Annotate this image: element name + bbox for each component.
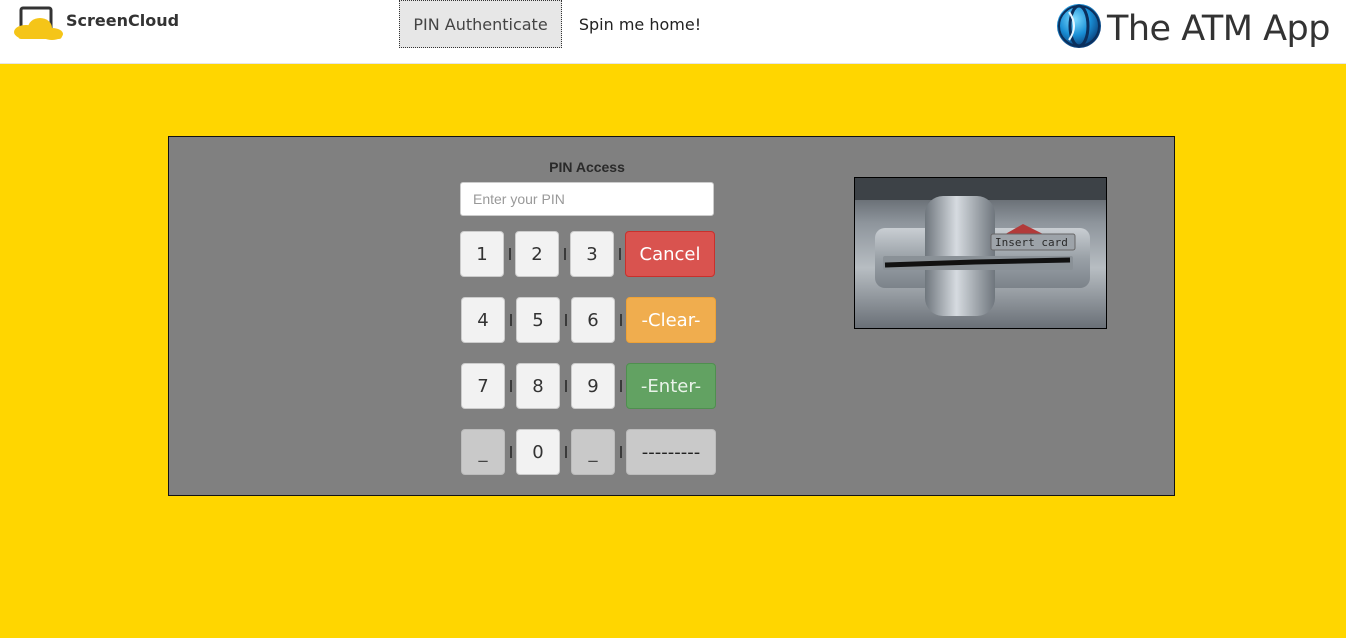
pin-input[interactable] [460, 182, 714, 216]
key-separator [620, 446, 622, 458]
key-separator [619, 248, 621, 260]
key-9[interactable]: 9 [571, 363, 615, 409]
screencloud-logo-icon [12, 6, 64, 40]
key-7[interactable]: 7 [461, 363, 505, 409]
globe-logo-icon [1055, 2, 1103, 55]
atm-panel: PIN Access 1 2 3 Cancel 4 5 6 -Clear- 7 … [168, 136, 1175, 496]
key-separator [509, 248, 511, 260]
brand[interactable]: ScreenCloud [12, 6, 179, 40]
nav-pin-authenticate[interactable]: PIN Authenticate [399, 0, 562, 48]
key-2[interactable]: 2 [515, 231, 559, 277]
key-separator [565, 446, 567, 458]
key-1[interactable]: 1 [460, 231, 504, 277]
key-6[interactable]: 6 [571, 297, 615, 343]
cancel-button[interactable]: Cancel [625, 231, 715, 277]
key-separator [510, 314, 512, 326]
key-separator [620, 314, 622, 326]
key-3[interactable]: 3 [570, 231, 614, 277]
blank-action-button[interactable]: --------- [626, 429, 716, 475]
key-blank-left[interactable]: _ [461, 429, 505, 475]
key-separator [510, 380, 512, 392]
key-separator [565, 314, 567, 326]
pin-access-label: PIN Access [549, 159, 625, 175]
card-slot-label: Insert card [995, 236, 1068, 249]
app-title: The ATM App [1106, 8, 1331, 49]
key-4[interactable]: 4 [461, 297, 505, 343]
key-separator [564, 248, 566, 260]
key-0[interactable]: 0 [516, 429, 560, 475]
key-5[interactable]: 5 [516, 297, 560, 343]
key-separator [565, 380, 567, 392]
key-separator [510, 446, 512, 458]
atm-app-brand[interactable]: The ATM App [1055, 2, 1331, 55]
key-separator [620, 380, 622, 392]
key-blank-right[interactable]: _ [571, 429, 615, 475]
nav-spin-me-home[interactable]: Spin me home! [562, 0, 718, 48]
brand-name: ScreenCloud [66, 10, 180, 30]
card-slot-image[interactable]: Insert card [854, 177, 1107, 329]
clear-button[interactable]: -Clear- [626, 297, 716, 343]
enter-button[interactable]: -Enter- [626, 363, 716, 409]
top-navbar: ScreenCloud PIN Authenticate Spin me hom… [0, 0, 1346, 64]
key-8[interactable]: 8 [516, 363, 560, 409]
